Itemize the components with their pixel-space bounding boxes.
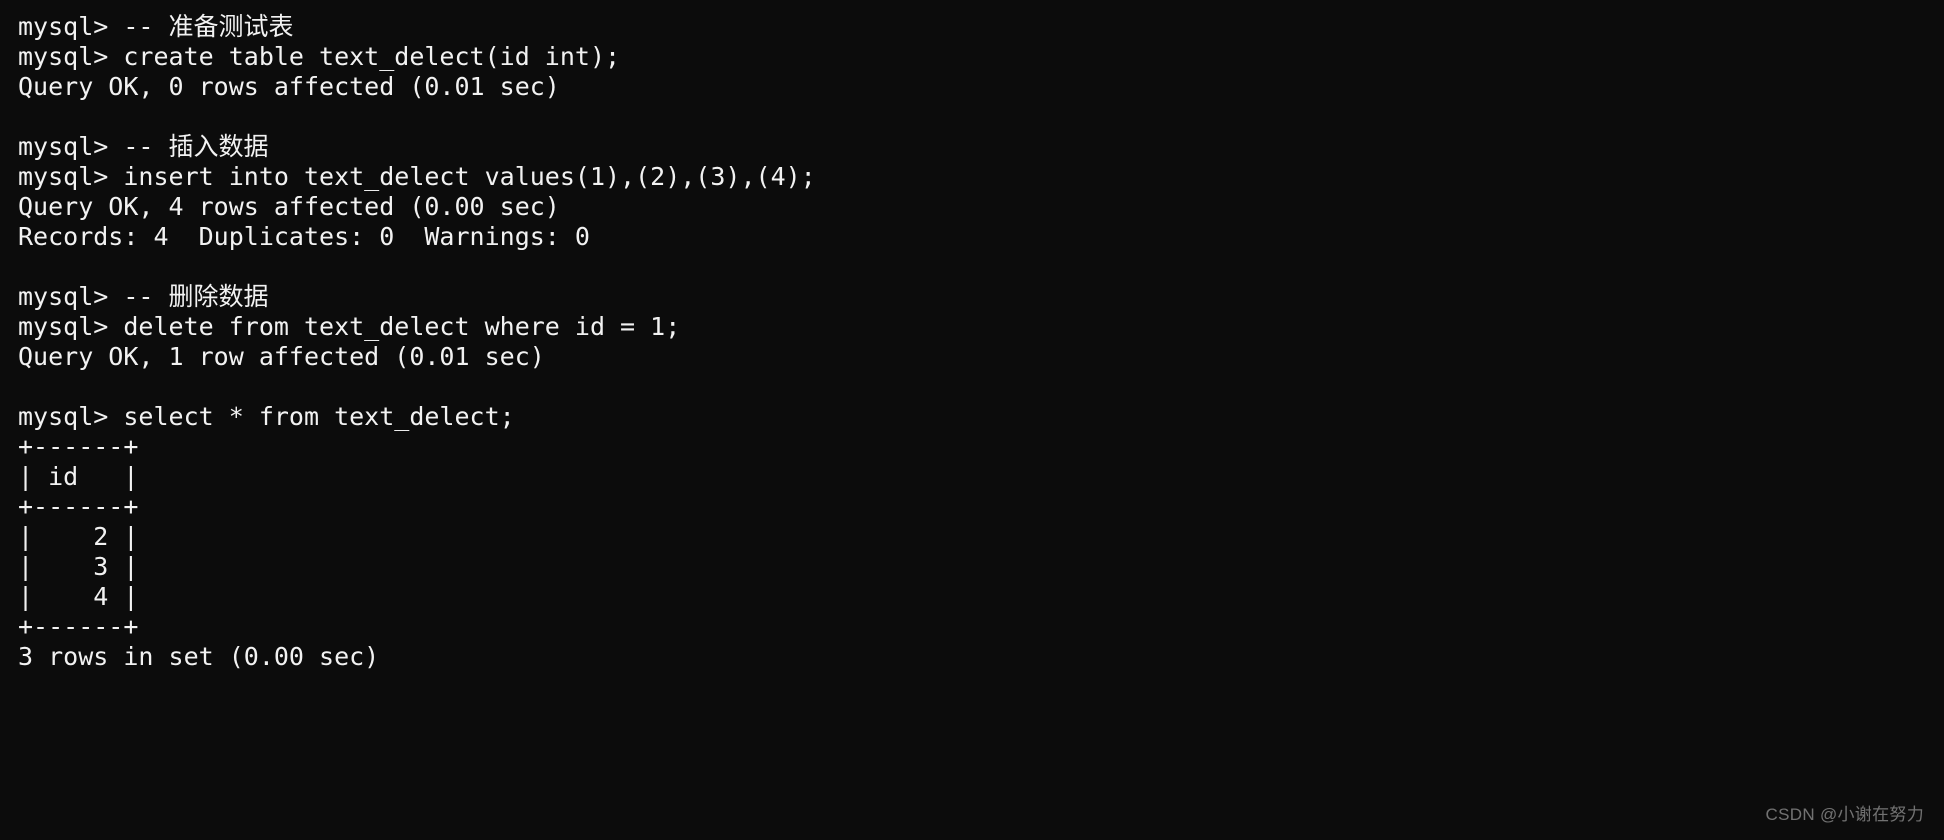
terminal-output[interactable]: mysql> -- 准备测试表 mysql> create table text…	[0, 0, 1944, 684]
watermark-label: CSDN @小谢在努力	[1766, 800, 1924, 830]
